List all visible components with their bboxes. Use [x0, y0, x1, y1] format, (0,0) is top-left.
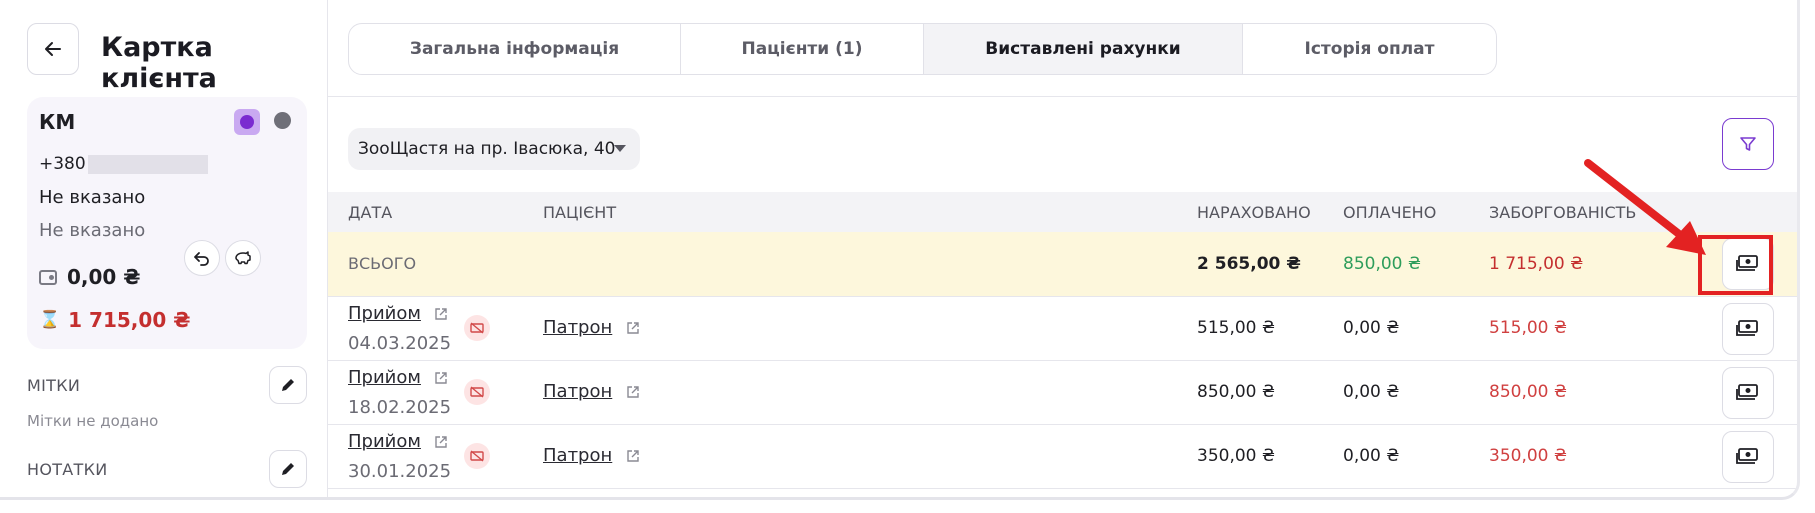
pencil-icon [282, 379, 294, 391]
header-patient: ПАЦІЄНТ [543, 203, 617, 222]
pay-invoice-button[interactable] [1722, 303, 1774, 355]
invoice-type-link[interactable]: Прийом [348, 367, 421, 388]
undo-icon [194, 252, 209, 266]
invoice-date: 18.02.2025 [348, 397, 452, 418]
status-dot [274, 112, 291, 129]
wallet-icon [39, 269, 57, 285]
invoice-type-cell: Прийом [348, 431, 448, 452]
external-link-icon[interactable] [434, 435, 448, 449]
cash-icon [1736, 320, 1758, 336]
header-charged: НАРАХОВАНО [1197, 203, 1311, 222]
invoice-type-cell: Прийом [348, 367, 448, 388]
invoice-type-link[interactable]: Прийом [348, 303, 421, 324]
client-field-2: Не вказано [39, 220, 146, 241]
client-balance: 0,00 ₴ [39, 265, 141, 289]
clinic-select[interactable]: ЗооЩастя на пр. Івасюка, 40 [348, 128, 640, 170]
tab-patients[interactable]: Пацієнти (1) [681, 24, 924, 74]
external-link-icon[interactable] [434, 371, 448, 385]
pay-invoice-button[interactable] [1722, 431, 1774, 483]
patient-link[interactable]: Патрон [543, 317, 612, 338]
page-title: Картка клієнта [101, 32, 217, 94]
invoice-type-link[interactable]: Прийом [348, 431, 421, 452]
tab-general-info[interactable]: Загальна інформація [349, 24, 681, 74]
client-debt: ⌛ 1 715,00 ₴ [39, 308, 190, 332]
total-paid: 850,00 ₴ [1343, 254, 1422, 274]
phone-prefix: +380 [39, 154, 86, 174]
external-link-icon[interactable] [626, 385, 640, 399]
edit-notes-button[interactable] [269, 450, 307, 488]
no-card-icon [464, 379, 490, 405]
pencil-icon [282, 463, 294, 475]
refund-button[interactable] [184, 240, 220, 276]
app-window: Картка клієнта КМ +380 Не вказано Не вка… [0, 0, 1800, 500]
invoice-date: 30.01.2025 [348, 461, 452, 482]
table-row: Прийом 04.03.2025 Патрон 515,00 ₴ 0,00 ₴… [328, 297, 1797, 361]
paid-value: 0,00 ₴ [1343, 318, 1400, 338]
client-card: КМ +380 Не вказано Не вказано 0,00 ₴ ⌛ 1… [27, 97, 307, 349]
no-card-icon [464, 443, 490, 469]
chevron-down-icon [614, 145, 626, 152]
charged-value: 850,00 ₴ [1197, 382, 1276, 402]
cash-icon [1736, 448, 1758, 464]
paid-value: 0,00 ₴ [1343, 446, 1400, 466]
header-paid: ОПЛАЧЕНО [1343, 203, 1437, 222]
header-date: ДАТА [348, 203, 393, 222]
client-sidebar: Картка клієнта КМ +380 Не вказано Не вка… [0, 0, 328, 497]
piggy-bank-icon [235, 251, 251, 265]
total-charged: 2 565,00 ₴ [1197, 254, 1301, 274]
tab-payment-history[interactable]: Історія оплат [1243, 24, 1496, 74]
tab-bar: Загальна інформація Пацієнти (1) Виставл… [348, 23, 1497, 75]
arrow-left-icon [45, 42, 61, 56]
edit-tags-button[interactable] [269, 366, 307, 404]
back-button[interactable] [27, 23, 79, 75]
notes-label: НОТАТКИ [27, 460, 108, 479]
patient-cell: Патрон [543, 317, 640, 338]
charged-value: 515,00 ₴ [1197, 318, 1276, 338]
filter-button[interactable] [1722, 118, 1774, 170]
table-row: Прийом 18.02.2025 Патрон 850,00 ₴ 0,00 ₴… [328, 361, 1797, 425]
no-card-icon [464, 315, 490, 341]
patient-cell: Патрон [543, 381, 640, 402]
external-link-icon[interactable] [626, 449, 640, 463]
total-label: ВСЬОГО [348, 254, 417, 273]
invoice-type-cell: Прийом [348, 303, 448, 324]
divider [328, 96, 1797, 97]
paid-value: 0,00 ₴ [1343, 382, 1400, 402]
clinic-select-value: ЗооЩастя на пр. Івасюка, 40 [358, 139, 616, 159]
tags-empty-text: Мітки не додано [27, 412, 159, 430]
debt-value: 350,00 ₴ [1489, 446, 1568, 466]
deposit-button[interactable] [225, 240, 261, 276]
pet-badge-icon [234, 109, 260, 135]
client-name: КМ [39, 110, 76, 134]
debt-value: 1 715,00 ₴ [68, 308, 191, 332]
pay-invoice-button[interactable] [1722, 367, 1774, 419]
patient-link[interactable]: Патрон [543, 381, 612, 402]
hourglass-icon: ⌛ [39, 310, 61, 330]
phone-masked [87, 154, 208, 174]
charged-value: 350,00 ₴ [1197, 446, 1276, 466]
client-field-1: Не вказано [39, 187, 146, 208]
table-row: Прийом 30.01.2025 Патрон 350,00 ₴ 0,00 ₴… [328, 425, 1797, 489]
patient-cell: Патрон [543, 445, 640, 466]
filter-icon [1740, 137, 1756, 151]
debt-value: 515,00 ₴ [1489, 318, 1568, 338]
cash-icon [1736, 384, 1758, 400]
annotation-arrow-icon [1584, 159, 1706, 255]
tab-invoices[interactable]: Виставлені рахунки [924, 24, 1243, 74]
client-phone: +380 [39, 154, 208, 174]
external-link-icon[interactable] [434, 307, 448, 321]
patient-link[interactable]: Патрон [543, 445, 612, 466]
debt-value: 850,00 ₴ [1489, 382, 1568, 402]
external-link-icon[interactable] [626, 321, 640, 335]
invoice-date: 04.03.2025 [348, 333, 452, 354]
balance-value: 0,00 ₴ [67, 265, 141, 289]
tags-label: МІТКИ [27, 376, 81, 395]
